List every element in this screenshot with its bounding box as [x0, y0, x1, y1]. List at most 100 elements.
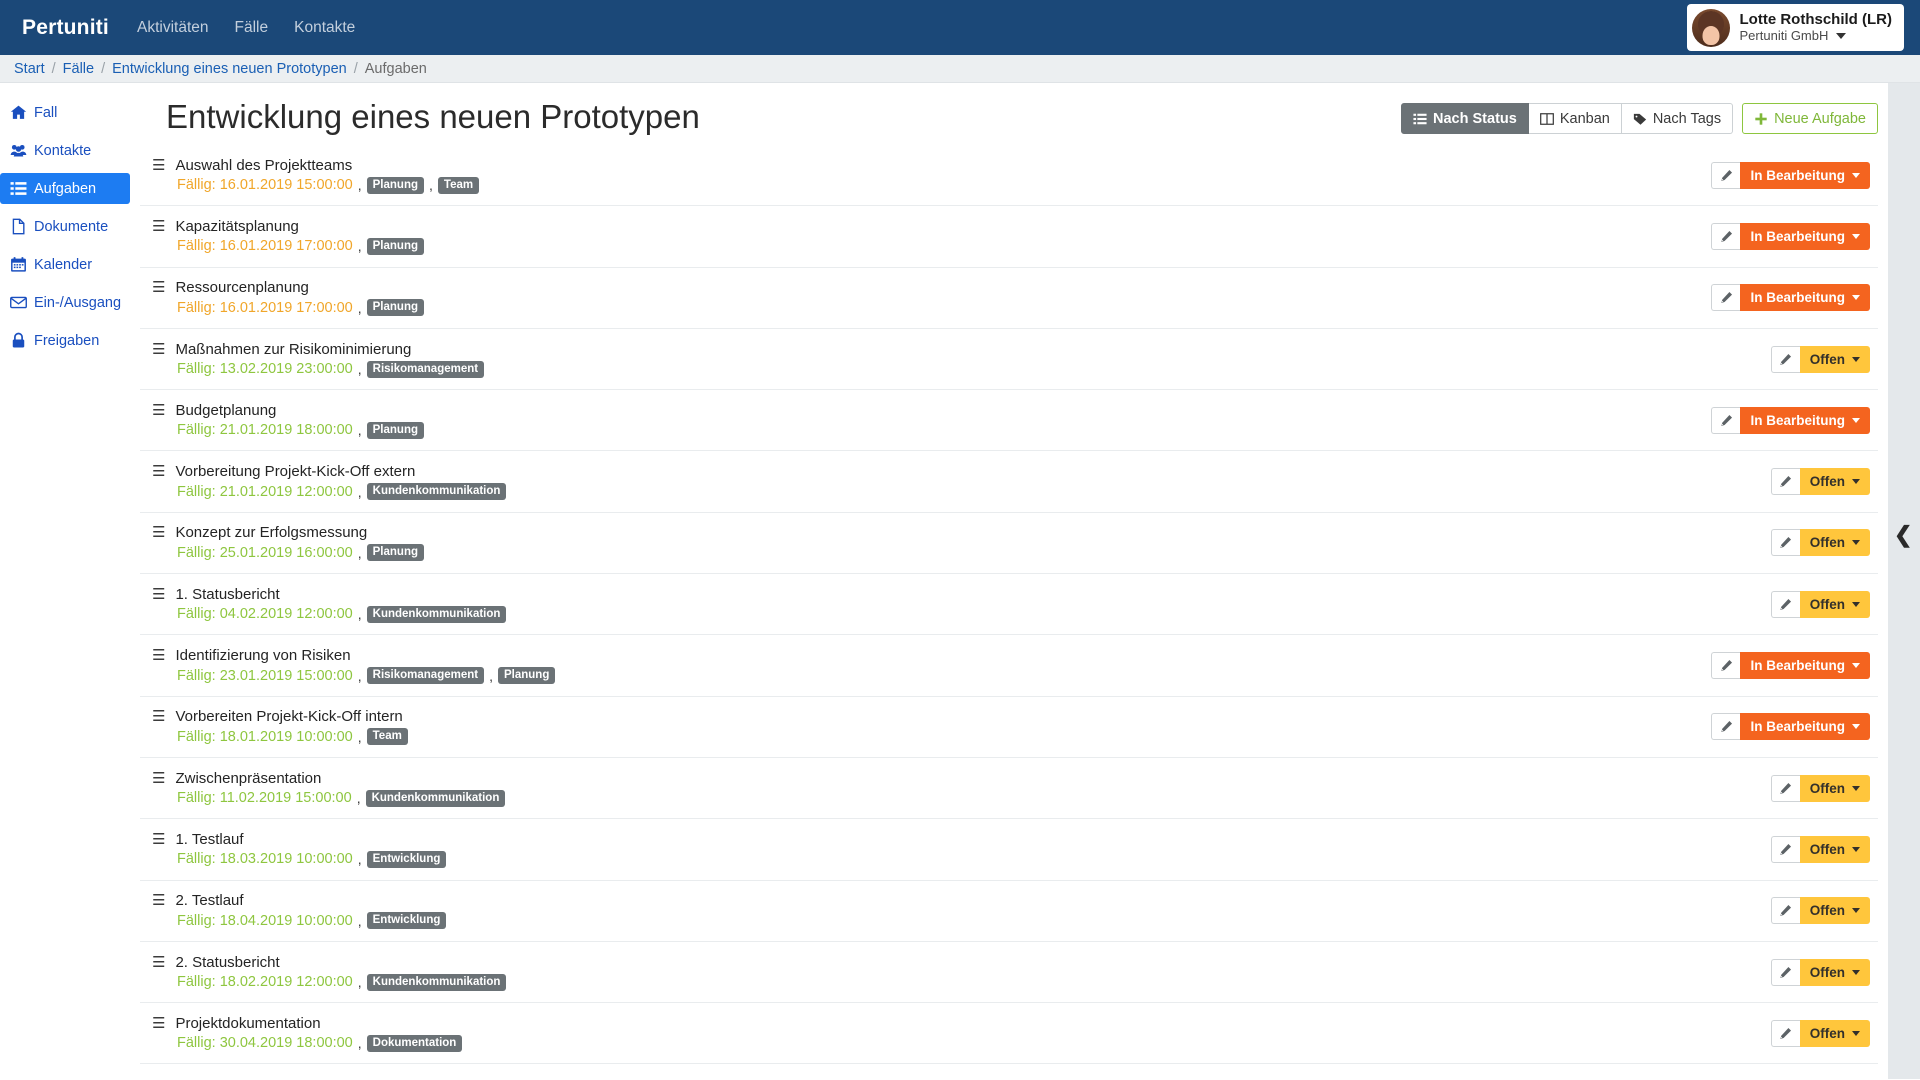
task-title[interactable]: Kapazitätsplanung: [175, 218, 298, 235]
task-status-dropdown[interactable]: Offen: [1799, 529, 1870, 557]
edit-task-button[interactable]: [1711, 713, 1741, 741]
task-title[interactable]: 2. Testlauf: [175, 892, 243, 909]
task-row[interactable]: ☰ Vorbereiten Projekt-Kick-Off intern Fäll…: [140, 697, 1878, 758]
drag-handle-icon[interactable]: ☰: [152, 342, 165, 357]
drag-handle-icon[interactable]: ☰: [152, 893, 165, 908]
task-row[interactable]: ☰ Auswahl des Projektteams Fällig: 16.01.2…: [140, 145, 1878, 207]
task-tag[interactable]: Kundenkommunikation: [366, 605, 507, 623]
nav-link-kontakte[interactable]: Kontakte: [294, 0, 355, 55]
task-title[interactable]: Konzept zur Erfolgsmessung: [175, 524, 367, 541]
task-status-dropdown[interactable]: In Bearbeitung: [1740, 713, 1870, 741]
drag-handle-icon[interactable]: ☰: [152, 1016, 165, 1031]
edit-task-button[interactable]: [1770, 529, 1800, 557]
task-tag[interactable]: Planung: [366, 237, 425, 255]
task-row[interactable]: ☰ Vorbereitung Projekt-Kick-Off extern Fäl…: [140, 451, 1878, 513]
breadcrumb-item-case[interactable]: Entwicklung eines neuen Prototypen: [112, 61, 347, 77]
sidebar-item-kontakte[interactable]: Kontakte: [0, 135, 130, 166]
task-title[interactable]: Identifizierung von Risiken: [175, 647, 350, 664]
task-tag[interactable]: Planung: [366, 421, 425, 439]
drag-handle-icon[interactable]: ☰: [152, 709, 165, 724]
edit-task-button[interactable]: [1770, 468, 1800, 496]
tab-nach-status[interactable]: Nach Status: [1401, 103, 1529, 134]
edit-task-button[interactable]: [1711, 652, 1741, 680]
task-tag[interactable]: Risikomanagement: [366, 360, 485, 378]
drag-handle-icon[interactable]: ☰: [152, 648, 165, 663]
edit-task-button[interactable]: [1770, 835, 1800, 863]
task-status-dropdown[interactable]: Offen: [1799, 958, 1870, 986]
edit-task-button[interactable]: [1711, 161, 1741, 189]
task-status-dropdown[interactable]: In Bearbeitung: [1740, 284, 1870, 312]
sidebar-item-ein-ausgang[interactable]: Ein-/Ausgang: [0, 287, 130, 318]
task-tag[interactable]: Planung: [366, 176, 425, 194]
sidebar-item-freigaben[interactable]: Freigaben: [0, 325, 130, 356]
breadcrumb-item-faelle[interactable]: Fälle: [63, 61, 94, 77]
task-tag[interactable]: Kundenkommunikation: [365, 789, 506, 807]
sidebar-item-dokumente[interactable]: Dokumente: [0, 211, 130, 242]
task-title[interactable]: 2. Statusbericht: [175, 954, 279, 971]
drag-handle-icon[interactable]: ☰: [152, 525, 165, 540]
task-tag[interactable]: Kundenkommunikation: [366, 483, 507, 501]
sidebar-item-kalender[interactable]: Kalender: [0, 249, 130, 280]
drag-handle-icon[interactable]: ☰: [152, 403, 165, 418]
task-title[interactable]: 1. Statusbericht: [175, 586, 279, 603]
task-title[interactable]: Zwischenpräsentation: [175, 770, 321, 787]
task-status-dropdown[interactable]: Offen: [1799, 590, 1870, 618]
task-row[interactable]: ☰ Projektdokumentation Fällig: 30.04.2019 …: [140, 1003, 1878, 1065]
task-row[interactable]: ☰ 2. Statusbericht Fällig: 18.02.2019 12:0…: [140, 942, 1878, 1004]
drag-handle-icon[interactable]: ☰: [152, 219, 165, 234]
tab-kanban[interactable]: Kanban: [1528, 103, 1622, 134]
task-tag[interactable]: Planung: [366, 299, 425, 317]
task-title[interactable]: Maßnahmen zur Risikominimierung: [175, 341, 411, 358]
task-tag[interactable]: Entwicklung: [366, 850, 447, 868]
task-row[interactable]: ☰ 1. Statusbericht Fällig: 04.02.2019 12:0…: [140, 574, 1878, 636]
edit-task-button[interactable]: [1770, 345, 1800, 373]
task-title[interactable]: Vorbereiten Projekt-Kick-Off intern: [175, 708, 402, 725]
edit-task-button[interactable]: [1770, 590, 1800, 618]
task-row[interactable]: ☰ Zwischenpräsentation Fällig: 11.02.2019 …: [140, 758, 1878, 820]
edit-task-button[interactable]: [1711, 222, 1741, 250]
drag-handle-icon[interactable]: ☰: [152, 955, 165, 970]
task-title[interactable]: Projektdokumentation: [175, 1015, 320, 1032]
task-status-dropdown[interactable]: In Bearbeitung: [1740, 406, 1870, 434]
task-status-dropdown[interactable]: Offen: [1799, 897, 1870, 925]
task-row[interactable]: ☰ Identifizierung von Risiken Fällig: 23.0…: [140, 635, 1878, 697]
task-status-dropdown[interactable]: In Bearbeitung: [1740, 161, 1870, 189]
brand-logo[interactable]: Pertuniti: [22, 16, 109, 40]
chevron-left-icon[interactable]: ❮: [1894, 524, 1912, 546]
drag-handle-icon[interactable]: ☰: [152, 158, 165, 173]
drag-handle-icon[interactable]: ☰: [152, 280, 165, 295]
task-status-dropdown[interactable]: Offen: [1799, 774, 1870, 802]
nav-link-aktivitaeten[interactable]: Aktivitäten: [137, 0, 209, 55]
sidebar-item-fall[interactable]: Fall: [0, 97, 130, 128]
edit-task-button[interactable]: [1770, 958, 1800, 986]
task-title[interactable]: Budgetplanung: [175, 402, 276, 419]
task-status-dropdown[interactable]: Offen: [1799, 1019, 1870, 1047]
task-title[interactable]: Ressourcenplanung: [175, 279, 308, 296]
task-row[interactable]: ☰ Ressourcenplanung Fällig: 16.01.2019 17:…: [140, 268, 1878, 329]
user-menu[interactable]: Lotte Rothschild (LR) Pertuniti GmbH: [1686, 4, 1904, 51]
task-title[interactable]: 1. Testlauf: [175, 831, 243, 848]
edit-task-button[interactable]: [1770, 774, 1800, 802]
task-row[interactable]: ☰ Konzept zur Erfolgsmessung Fällig: 25.01…: [140, 513, 1878, 575]
edit-task-button[interactable]: [1711, 406, 1741, 434]
sidebar-item-aufgaben[interactable]: Aufgaben: [0, 173, 130, 204]
task-row[interactable]: ☰ Budgetplanung Fällig: 21.01.2019 18:00:0…: [140, 390, 1878, 452]
task-tag[interactable]: Risikomanagement: [366, 667, 485, 685]
task-tag[interactable]: Team: [437, 176, 480, 194]
drag-handle-icon[interactable]: ☰: [152, 832, 165, 847]
task-row[interactable]: ☰ 1. Testlauf Fällig: 18.03.2019 10:00:00,…: [140, 819, 1878, 881]
breadcrumb-item-start[interactable]: Start: [14, 61, 45, 77]
edit-task-button[interactable]: [1770, 897, 1800, 925]
nav-link-faelle[interactable]: Fälle: [235, 0, 269, 55]
drag-handle-icon[interactable]: ☰: [152, 771, 165, 786]
task-row[interactable]: ☰ 2. Testlauf Fällig: 18.04.2019 10:00:00,…: [140, 881, 1878, 942]
task-tag[interactable]: Dokumentation: [366, 1034, 463, 1052]
tab-nach-tags[interactable]: Nach Tags: [1621, 103, 1734, 134]
task-tag[interactable]: Kundenkommunikation: [366, 973, 507, 991]
task-title[interactable]: Vorbereitung Projekt-Kick-Off extern: [175, 463, 415, 480]
edit-task-button[interactable]: [1711, 284, 1741, 312]
task-status-dropdown[interactable]: Offen: [1799, 835, 1870, 863]
task-status-dropdown[interactable]: Offen: [1799, 468, 1870, 496]
task-row[interactable]: ☰ Kapazitätsplanung Fällig: 16.01.2019 17:…: [140, 206, 1878, 268]
task-tag[interactable]: Planung: [366, 544, 425, 562]
